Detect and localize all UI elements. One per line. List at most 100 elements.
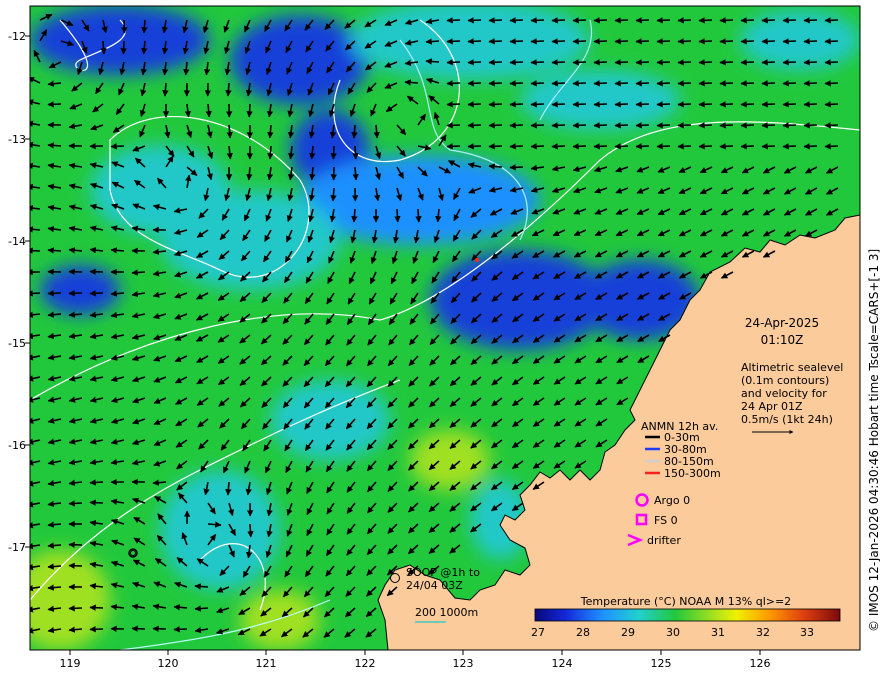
velocity-arrow	[677, 143, 692, 150]
velocity-arrow	[121, 19, 128, 34]
velocity-arrow	[677, 59, 692, 66]
velocity-arrow	[572, 122, 587, 129]
velocity-arrow	[446, 101, 461, 108]
velocity-arrow	[530, 59, 545, 66]
velocity-arrow	[225, 481, 232, 496]
velocity-arrow	[656, 59, 671, 66]
lat-tick-12: -12	[8, 30, 26, 43]
velocity-arrow	[120, 40, 127, 55]
velocity-arrow	[677, 80, 692, 87]
velocity-arrow	[488, 143, 503, 150]
velocity-arrow	[173, 626, 188, 633]
latitude-axis: -12 -13 -14 -15 -16 -17	[8, 30, 30, 554]
velocity-arrow	[162, 82, 169, 97]
velocity-arrow	[614, 80, 629, 87]
velocity-arrow	[30, 247, 41, 254]
velocity-arrow	[404, 79, 419, 86]
depth-label: 200 1000m	[415, 606, 478, 619]
lon-tick-120: 120	[158, 657, 179, 670]
velocity-arrow	[425, 38, 440, 45]
velocity-arrow	[488, 38, 503, 45]
velocity-arrow	[593, 122, 608, 129]
velocity-arrow	[530, 143, 545, 150]
velocity-arrow	[89, 479, 104, 486]
velocity-arrow	[656, 17, 671, 24]
velocity-arrow	[740, 80, 755, 87]
soop-line-2: 24/04 03Z	[406, 579, 463, 592]
velocity-arrow	[740, 17, 755, 24]
velocity-arrow	[761, 101, 776, 108]
velocity-arrow	[530, 38, 545, 45]
velocity-arrow	[761, 59, 776, 66]
velocity-arrow	[782, 38, 797, 45]
velocity-arrow	[803, 122, 818, 129]
velocity-arrow	[698, 59, 713, 66]
velocity-arrow	[635, 17, 650, 24]
velocity-arrow	[593, 38, 608, 45]
velocity-arrow	[551, 101, 566, 108]
velocity-arrow	[614, 38, 629, 45]
drifter-label: drifter	[647, 534, 681, 547]
colorbar-tick-32: 32	[756, 626, 770, 639]
velocity-arrow	[593, 143, 608, 150]
velocity-arrow	[719, 101, 734, 108]
velocity-arrow	[68, 605, 83, 612]
velocity-arrow	[467, 80, 482, 87]
velocity-arrow	[330, 187, 337, 202]
velocity-arrow	[803, 17, 818, 24]
velocity-arrow	[593, 101, 608, 108]
velocity-arrow	[635, 101, 650, 108]
lon-tick-119: 119	[60, 657, 81, 670]
velocity-arrow	[110, 290, 125, 297]
velocity-arrow	[551, 80, 566, 87]
velocity-arrow	[761, 80, 776, 87]
velocity-arrow	[677, 101, 692, 108]
velocity-arrow	[551, 59, 566, 66]
velocity-arrow	[47, 563, 62, 570]
altimetry-line-1: Altimetric sealevel	[741, 361, 843, 374]
velocity-arrow	[247, 523, 254, 538]
velocity-arrow	[446, 38, 461, 45]
anmn-item-3: 150-300m	[664, 467, 721, 480]
lat-tick-16: -16	[8, 439, 26, 452]
argo-label: Argo 0	[654, 494, 690, 507]
velocity-arrow	[30, 290, 41, 297]
velocity-arrow	[614, 143, 629, 150]
velocity-arrow	[698, 17, 713, 24]
velocity-arrow	[593, 80, 608, 87]
lon-tick-122: 122	[355, 657, 376, 670]
velocity-arrow	[824, 122, 839, 129]
lat-tick-17: -17	[8, 541, 26, 554]
velocity-arrow	[656, 38, 671, 45]
longitude-axis: 119 120 121 122 123 124 125 126	[60, 650, 771, 670]
velocity-arrow	[89, 604, 104, 611]
velocity-arrow	[467, 38, 482, 45]
velocity-arrow	[47, 101, 62, 108]
colorbar-tick-29: 29	[621, 626, 635, 639]
velocity-arrow	[267, 145, 274, 160]
velocity-arrow	[530, 80, 545, 87]
velocity-arrow	[89, 499, 104, 506]
colorbar-ramp	[534, 608, 841, 622]
velocity-arrow	[740, 101, 755, 108]
velocity-arrow	[467, 17, 482, 24]
velocity-arrow	[761, 122, 776, 129]
velocity-arrow	[394, 208, 401, 223]
velocity-arrow	[761, 38, 776, 45]
velocity-arrow	[110, 143, 125, 150]
velocity-arrow	[509, 17, 524, 24]
red-mooring-marker	[475, 258, 479, 262]
altimetry-line-2: (0.1m contours)	[741, 374, 829, 387]
velocity-arrow	[530, 101, 545, 108]
velocity-arrow	[782, 122, 797, 129]
velocity-arrow	[635, 143, 650, 150]
velocity-arrow	[572, 17, 587, 24]
velocity-arrow	[803, 101, 818, 108]
velocity-arrow	[656, 122, 671, 129]
velocity-arrow	[551, 17, 566, 24]
velocity-arrow	[68, 500, 83, 507]
colorbar-tick-33: 33	[800, 626, 814, 639]
colorbar-tick-30: 30	[666, 626, 680, 639]
velocity-arrow	[47, 247, 62, 254]
velocity-arrow	[100, 40, 107, 55]
